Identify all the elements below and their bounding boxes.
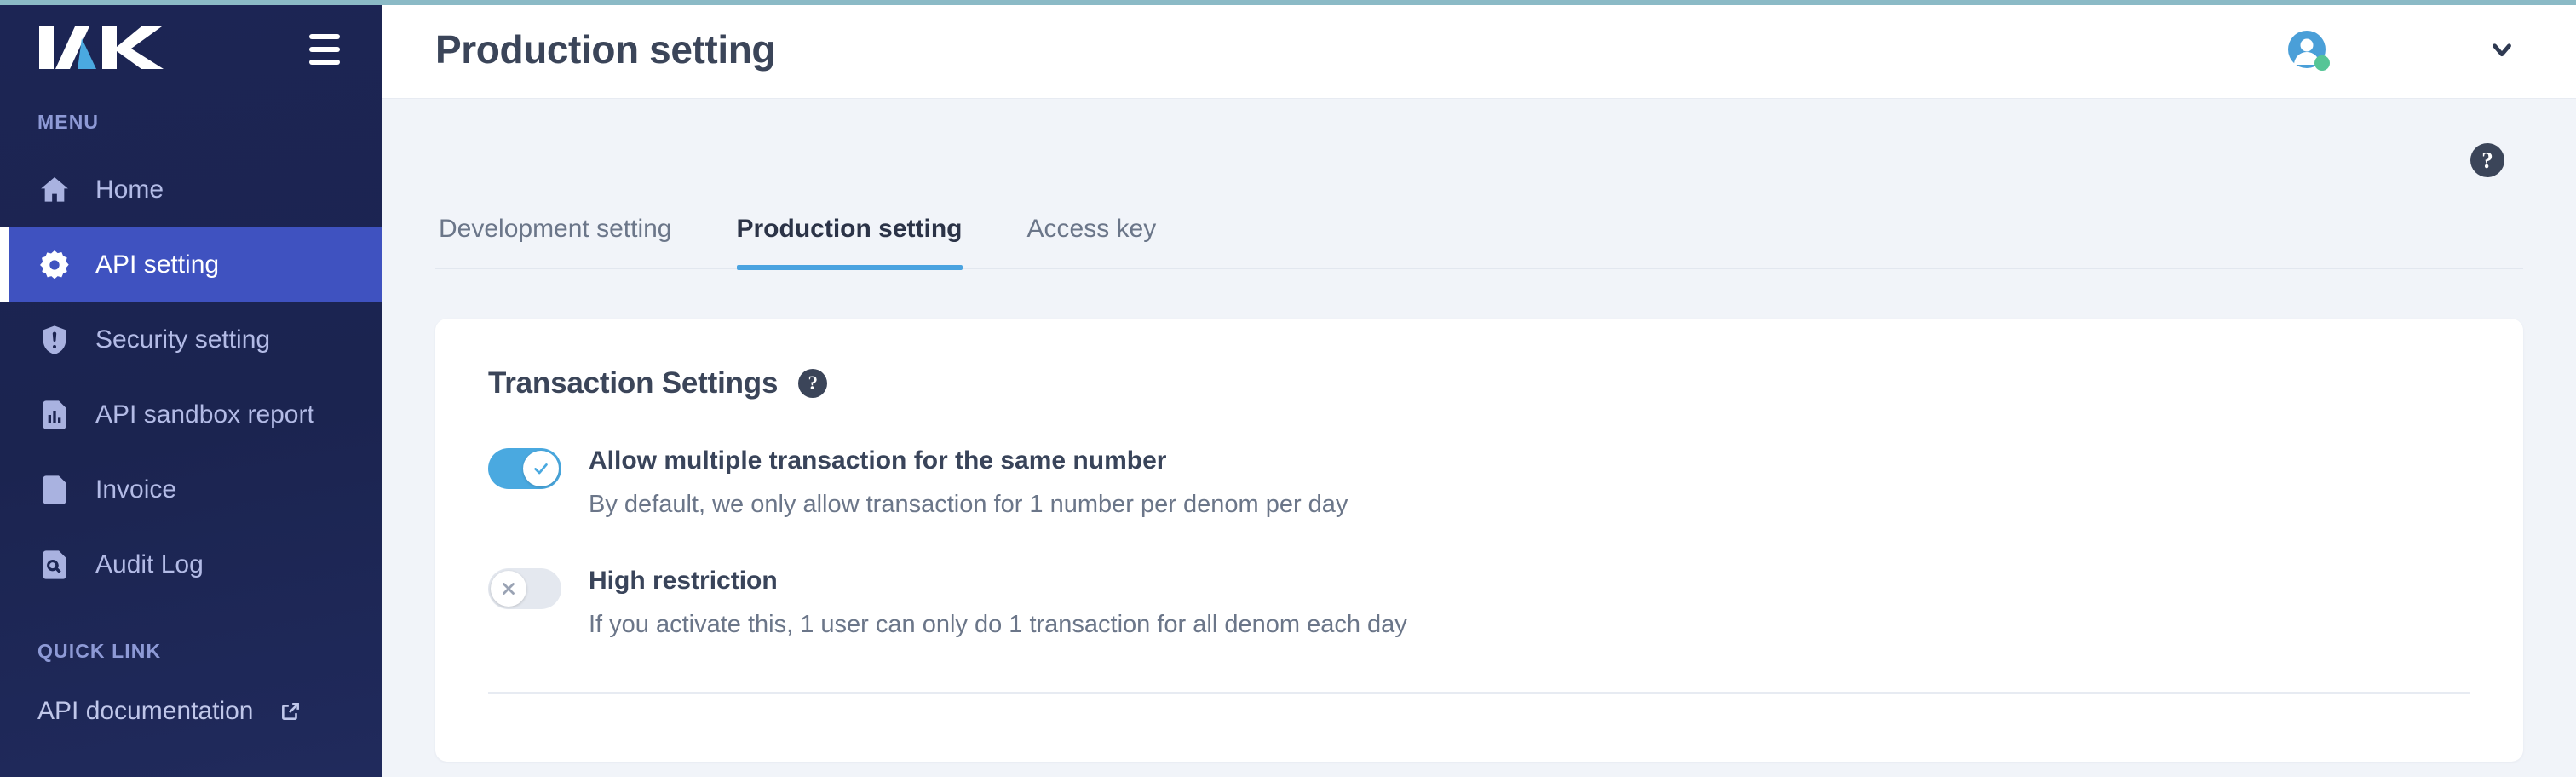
setting-title: High restriction xyxy=(589,567,778,596)
transaction-settings-card: Transaction Settings ? Allow multiple tr… xyxy=(435,319,2523,762)
setting-title: Allow multiple transaction for the same … xyxy=(589,446,1167,475)
sidebar-item-api-setting[interactable]: API setting xyxy=(0,227,382,302)
brand-logo[interactable] xyxy=(37,21,165,78)
setting-text: Allow multiple transaction for the same … xyxy=(589,445,1348,521)
sidebar-item-label: Home xyxy=(95,176,164,204)
invoice-document-icon xyxy=(37,473,72,507)
top-bar: Production setting xyxy=(382,0,2576,99)
card-header: Transaction Settings ? xyxy=(488,366,2470,400)
setting-row-high-restriction: High restriction If you activate this, 1… xyxy=(488,565,2470,641)
chevron-down-icon[interactable] xyxy=(2487,35,2516,64)
sidebar: MENU Home API setting Security setting A… xyxy=(0,0,382,777)
toggle-allow-multiple-transaction[interactable] xyxy=(488,448,561,489)
sidebar-item-label: Invoice xyxy=(95,475,177,504)
setting-description: If you activate this, 1 user can only do… xyxy=(589,610,1407,638)
setting-text: High restriction If you activate this, 1… xyxy=(589,565,1407,641)
home-icon xyxy=(37,173,72,207)
top-bar-right xyxy=(2286,29,2516,71)
page-title: Production setting xyxy=(435,26,776,72)
card-divider xyxy=(488,692,2470,694)
report-chart-icon xyxy=(37,398,72,432)
sidebar-item-home[interactable]: Home xyxy=(0,153,382,227)
sidebar-item-api-documentation[interactable]: API documentation xyxy=(0,685,382,738)
tab-access-key[interactable]: Access key xyxy=(1027,206,1157,268)
toggle-high-restriction[interactable] xyxy=(488,568,561,610)
main-area: Production setting ? Development setting… xyxy=(382,0,2576,777)
sidebar-section-menu-label: MENU xyxy=(37,111,100,133)
audit-log-icon xyxy=(37,548,72,582)
card-help-icon[interactable]: ? xyxy=(798,369,828,398)
card-title: Transaction Settings xyxy=(488,366,779,400)
page-help-row: ? xyxy=(435,99,2523,177)
top-accent-bar xyxy=(0,0,2576,5)
shield-alert-icon xyxy=(37,323,72,357)
app-root: MENU Home API setting Security setting A… xyxy=(0,0,2576,777)
check-icon xyxy=(534,463,548,475)
toggle-knob xyxy=(491,571,526,607)
sidebar-section-quicklink-label: QUICK LINK xyxy=(37,640,162,662)
sidebar-item-label: API setting xyxy=(95,250,220,279)
status-indicator-online xyxy=(2314,55,2330,71)
external-link-icon xyxy=(279,700,302,722)
sidebar-item-label: API sandbox report xyxy=(95,400,314,429)
content-area: ? Development setting Production setting… xyxy=(382,99,2576,777)
sidebar-item-label: Audit Log xyxy=(95,550,204,578)
sidebar-item-api-sandbox-report[interactable]: API sandbox report xyxy=(0,377,382,452)
hamburger-menu-icon[interactable] xyxy=(304,29,345,70)
sidebar-item-security-setting[interactable]: Security setting xyxy=(0,302,382,377)
sidebar-item-label: API documentation xyxy=(37,697,254,725)
sidebar-item-label: Security setting xyxy=(95,325,271,354)
tab-production-setting[interactable]: Production setting xyxy=(736,206,963,270)
sidebar-item-audit-log[interactable]: Audit Log xyxy=(0,527,382,602)
sidebar-header xyxy=(0,0,382,99)
user-avatar-icon[interactable] xyxy=(2286,29,2330,71)
toggle-knob xyxy=(523,451,559,486)
gear-icon xyxy=(37,248,72,282)
setting-row-allow-multiple-transaction: Allow multiple transaction for the same … xyxy=(488,445,2470,521)
close-icon xyxy=(503,583,515,596)
tab-bar: Development setting Production setting A… xyxy=(435,206,2523,270)
setting-description: By default, we only allow transaction fo… xyxy=(589,490,1348,518)
tab-development-setting[interactable]: Development setting xyxy=(439,206,672,268)
sidebar-item-invoice[interactable]: Invoice xyxy=(0,452,382,527)
help-icon[interactable]: ? xyxy=(2470,143,2504,177)
